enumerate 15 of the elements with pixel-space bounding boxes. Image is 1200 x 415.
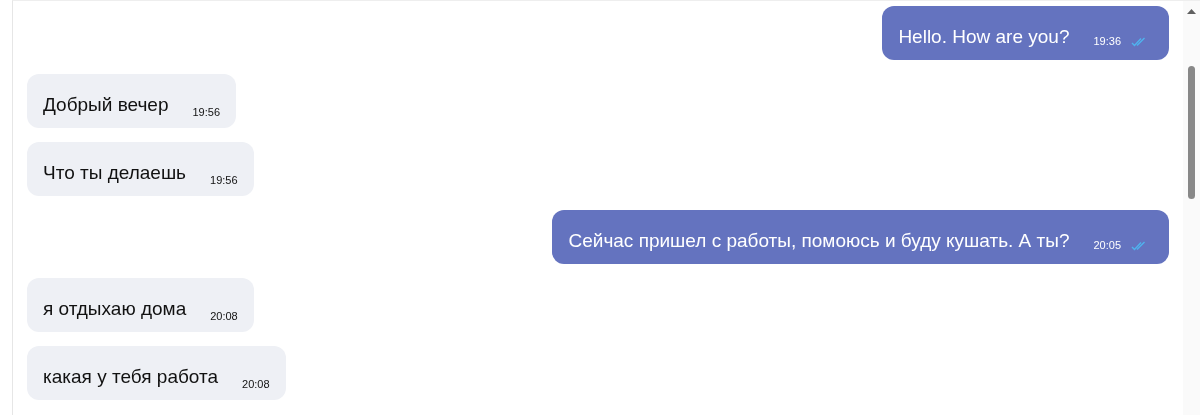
message-time: 20:05 [1093, 239, 1121, 252]
message-text: Hello. How are you? [898, 26, 1070, 48]
message-time: 20:08 [242, 378, 270, 391]
scrollbar-thumb[interactable] [1188, 66, 1195, 199]
message-text: Сейчас пришел с работы, помоюсь и буду кушать. А ты? [568, 230, 1070, 252]
message-time: 19:56 [210, 174, 238, 187]
message-text: Добрый вечер [43, 94, 169, 116]
message-time: 19:56 [192, 106, 221, 119]
message-time: 19:36 [1093, 35, 1121, 48]
scroll-up-icon[interactable] [1187, 9, 1196, 14]
message-text: Что ты делаешь [43, 162, 187, 184]
message-time: 20:08 [210, 310, 238, 323]
message-text: я отдыхаю дома [43, 298, 187, 320]
scrollbar[interactable] [1183, 1, 1200, 415]
message-text: какая у тебя работа [43, 366, 219, 388]
